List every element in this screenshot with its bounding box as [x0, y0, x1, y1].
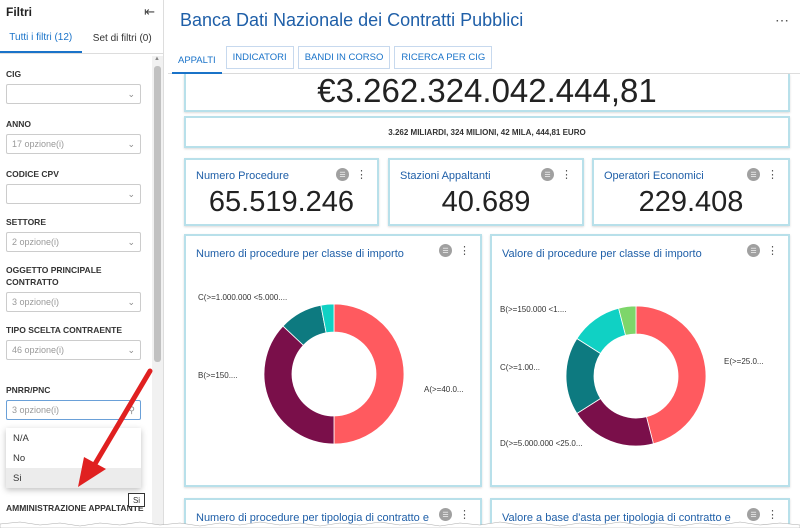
kpi-value: 40.689: [441, 186, 531, 218]
sidebar-tabs: Tutti i filtri (12) Set di filtri (0): [0, 24, 163, 54]
slice-label: E(>=25.0...: [724, 357, 764, 366]
donut-chart: A(>=40.0... B(>=150.... C(>=1.000.000 <5.0…: [198, 293, 464, 445]
slice-label: A(>=40.0...: [424, 385, 464, 394]
donut-slice[interactable]: [263, 325, 335, 445]
chevron-down-icon: ⌄: [127, 88, 135, 99]
tab-all-filters[interactable]: Tutti i filtri (12): [0, 24, 82, 53]
sidebar-header: Filtri ⇤: [0, 0, 163, 24]
filter-select-cig[interactable]: ⌄: [6, 84, 141, 104]
slice-label: C(>=1.000.000 <5.000....: [198, 293, 287, 302]
scrollbar-thumb[interactable]: [154, 66, 161, 362]
dashboard-content: €3.262.324.042.444,81 3.262 MILIARDI, 32…: [180, 72, 798, 528]
kpi-card: Stazioni Appaltanti ☰ ⋮ 40.689: [388, 158, 584, 226]
kpi-value: 229.408: [638, 186, 744, 218]
total-value: €3.262.324.042.444,81: [317, 72, 657, 109]
tab-bandi-in-corso[interactable]: BANDI IN CORSO: [297, 46, 391, 69]
kebab-menu-icon[interactable]: ⋮: [767, 168, 778, 181]
filter-label-settore: SETTORE: [6, 217, 46, 227]
main-panel: Banca Dati Nazionale dei Contratti Pubbl…: [168, 0, 800, 528]
kpi-card: Numero Procedure ☰ ⋮ 65.519.246: [184, 158, 379, 226]
kebab-menu-icon[interactable]: ⋮: [561, 168, 572, 181]
kpi-title: Operatori Economici: [604, 170, 704, 182]
dashboard-tabs: APPALTI INDICATORI BANDI IN CORSO RICERC…: [168, 40, 800, 74]
chart-card-numero-procedure: Numero di procedure per classe di import…: [184, 234, 482, 487]
kpi-value: 65.519.246: [208, 186, 355, 218]
filter-label-anno: ANNO: [6, 119, 32, 129]
slice-label: D(>=5.000.000 <25.0...: [500, 439, 583, 448]
tab-appalti[interactable]: APPALTI: [172, 49, 222, 74]
selected-tag[interactable]: Si: [128, 493, 145, 507]
filter-icon[interactable]: ☰: [336, 168, 349, 181]
tab-indicatori[interactable]: INDICATORI: [225, 46, 294, 69]
page-title: Banca Dati Nazionale dei Contratti Pubbl…: [180, 9, 524, 30]
filter-select-settore[interactable]: 2 opzione(i) ⌄: [6, 232, 141, 252]
total-caption-card: 3.262 MILIARDI, 324 MILIONI, 42 MILA, 44…: [184, 116, 790, 148]
slice-label: B(>=150.000 <1....: [500, 305, 567, 314]
chevron-down-icon: ⌄: [127, 188, 135, 199]
donut-slice[interactable]: [333, 303, 405, 445]
total-value-card: €3.262.324.042.444,81: [184, 72, 790, 112]
filter-select-oggetto[interactable]: 3 opzione(i) ⌄: [6, 292, 141, 312]
chevron-down-icon: ⌄: [127, 344, 135, 355]
kpi-title: Numero Procedure: [196, 170, 289, 182]
kpi-title: Stazioni Appaltanti: [400, 170, 491, 182]
filter-select-cpv[interactable]: ⌄: [6, 184, 141, 204]
filter-icon[interactable]: ☰: [541, 168, 554, 181]
main-header: Banca Dati Nazionale dei Contratti Pubbl…: [168, 0, 800, 40]
filter-icon[interactable]: ☰: [747, 168, 760, 181]
chevron-down-icon: ⌄: [127, 296, 135, 307]
scroll-up-icon[interactable]: ▲: [154, 56, 160, 62]
torn-edge: [0, 521, 800, 528]
collapse-sidebar-icon[interactable]: ⇤: [144, 4, 155, 20]
total-caption: 3.262 MILIARDI, 324 MILIONI, 42 MILA, 44…: [388, 128, 586, 137]
slice-label: C(>=1.00...: [500, 363, 540, 372]
chevron-down-icon: ⌄: [127, 236, 135, 247]
chevron-down-icon: ⌄: [127, 138, 135, 149]
filter-label-oggetto: OGGETTO PRINCIPALE CONTRATTO: [6, 265, 102, 287]
filter-select-anno[interactable]: 17 opzione(i) ⌄: [6, 134, 141, 154]
tab-filter-sets[interactable]: Set di filtri (0): [82, 24, 164, 53]
kpi-card: Operatori Economici ☰ ⋮ 229.408: [592, 158, 790, 226]
filter-label-cig: CIG: [6, 69, 22, 79]
chart-card-valore-procedure: Valore di procedure per classe di import…: [490, 234, 790, 487]
red-arrow-annotation: [78, 368, 153, 487]
filter-label-amministrazione: AMMINISTRAZIONE APPALTANTE: [6, 503, 144, 513]
slice-label: B(>=150....: [198, 371, 238, 380]
donut-chart: E(>=25.0... D(>=5.000.000 <25.0... C(>=1.0…: [500, 305, 764, 448]
more-options-icon[interactable]: ⋯: [775, 12, 790, 29]
filter-select-tipo-scelta[interactable]: 46 opzione(i) ⌄: [6, 340, 141, 360]
kebab-menu-icon[interactable]: ⋮: [356, 168, 367, 181]
filter-label-tipo-scelta: TIPO SCELTA CONTRAENTE: [6, 325, 123, 335]
tab-ricerca-per-cig[interactable]: RICERCA PER CIG: [394, 46, 493, 69]
sidebar-title: Filtri: [6, 5, 32, 19]
filter-label-cpv: CODICE CPV: [6, 169, 59, 179]
